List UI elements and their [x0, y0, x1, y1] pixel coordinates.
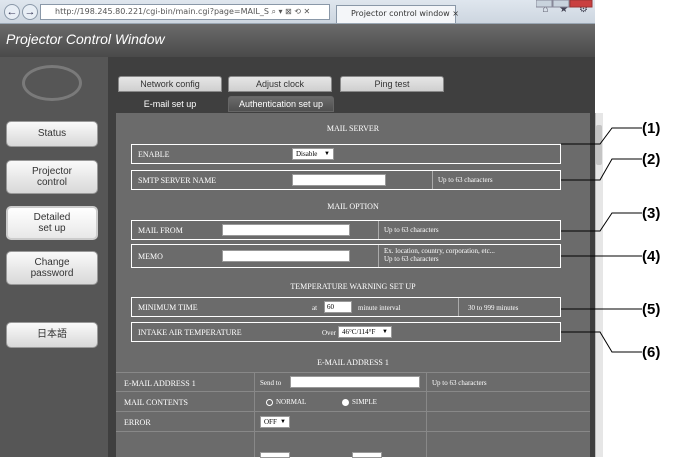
callout-5: (5) — [642, 301, 661, 318]
callout-2: (2) — [642, 151, 661, 168]
callout-6: (6) — [642, 344, 661, 361]
callout-1: (1) — [642, 120, 661, 137]
callout-3: (3) — [642, 205, 661, 222]
callout-lines — [561, 127, 642, 353]
callout-4: (4) — [642, 248, 661, 265]
